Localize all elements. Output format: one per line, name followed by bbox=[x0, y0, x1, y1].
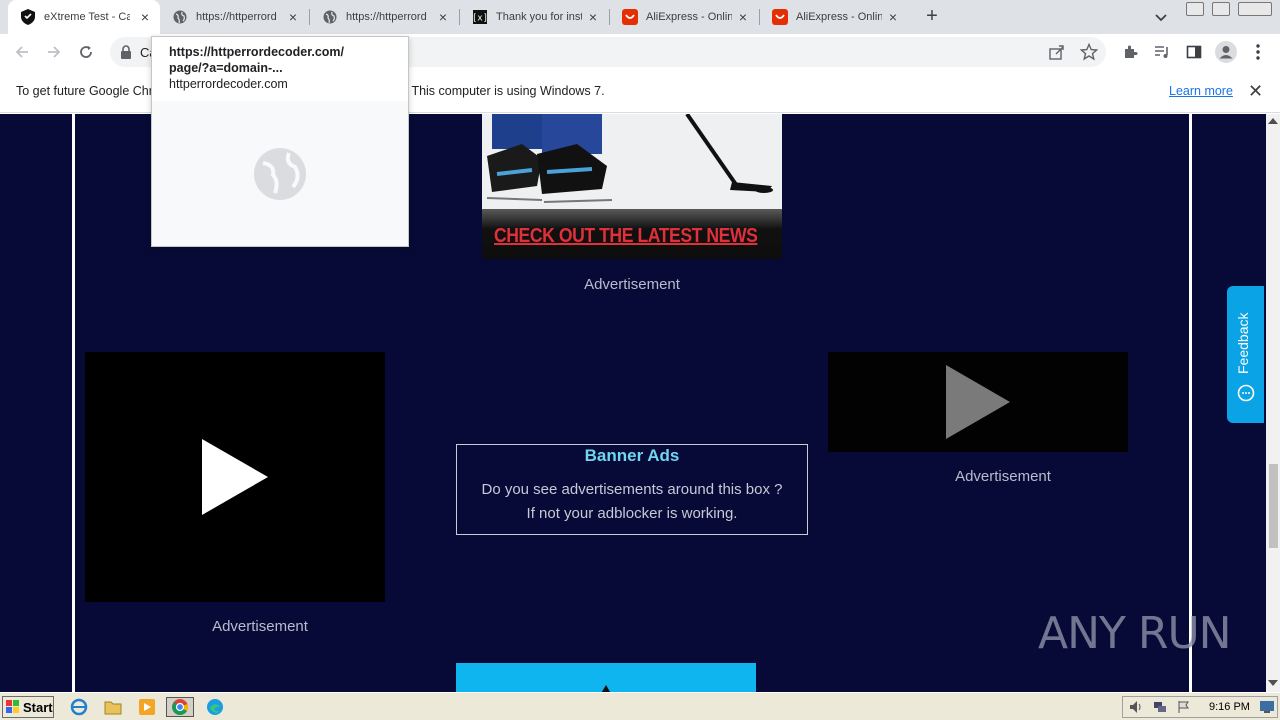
hover-card-url: https://httperrordecoder.com/ page/?a=do… bbox=[169, 44, 389, 76]
svg-text:[x]: [x] bbox=[473, 14, 487, 24]
divider-left bbox=[72, 114, 75, 692]
play-icon[interactable] bbox=[944, 363, 1012, 441]
system-tray: 9:16 PM bbox=[1122, 696, 1278, 718]
tab-thank-you[interactable]: [x] Thank you for inst × bbox=[460, 0, 608, 34]
page-scrollbar[interactable] bbox=[1266, 114, 1280, 692]
ie-icon[interactable] bbox=[68, 697, 90, 717]
network-icon[interactable] bbox=[1153, 700, 1167, 714]
windows-taskbar: Start 9:16 PM bbox=[0, 692, 1280, 720]
forward-icon[interactable] bbox=[44, 42, 64, 62]
start-label: Start bbox=[23, 699, 53, 715]
advertisement-label: Advertisement bbox=[955, 468, 1051, 485]
play-icon[interactable] bbox=[200, 437, 270, 517]
tab-title: eXtreme Test - Ca bbox=[44, 11, 130, 23]
bracket-logo-icon: [x] bbox=[472, 9, 488, 25]
hockey-skates-image bbox=[482, 114, 782, 209]
new-tab-button[interactable]: + bbox=[922, 6, 942, 26]
clock: 9:16 PM bbox=[1209, 701, 1250, 713]
anyrun-watermark: ANY RUN bbox=[1038, 608, 1232, 659]
start-button[interactable]: Start bbox=[2, 696, 54, 718]
media-player-icon[interactable] bbox=[136, 697, 158, 717]
chat-bubble-icon bbox=[1237, 384, 1255, 402]
window-close-button[interactable] bbox=[1238, 2, 1272, 16]
aliexpress-icon bbox=[622, 9, 638, 25]
banner-line-2: If not your adblocker is working. bbox=[526, 505, 738, 522]
tab-title: Thank you for inst bbox=[496, 11, 582, 23]
tab-title: https://httperrord bbox=[346, 11, 427, 23]
tab-title: AliExpress - Online bbox=[796, 11, 882, 23]
globe-icon bbox=[254, 148, 306, 200]
triangle-icon bbox=[601, 685, 611, 692]
kebab-menu-icon[interactable] bbox=[1248, 42, 1268, 62]
video-ad-left[interactable] bbox=[85, 352, 385, 602]
edge-icon[interactable] bbox=[204, 697, 226, 717]
feedback-label: Feedback bbox=[1235, 312, 1251, 374]
hover-card-url-line-1: https://httperrordecoder.com/ bbox=[169, 45, 345, 59]
hockey-news-ad[interactable]: CHECK OUT THE LATEST NEWS bbox=[482, 114, 782, 259]
close-tab-icon[interactable]: × bbox=[138, 10, 152, 24]
scroll-down-icon[interactable] bbox=[1268, 680, 1278, 686]
scroll-thumb[interactable] bbox=[1269, 464, 1278, 548]
aliexpress-icon bbox=[772, 9, 788, 25]
tab-extreme-test[interactable]: eXtreme Test - Ca × bbox=[8, 0, 160, 34]
chevron-down-icon[interactable] bbox=[1152, 8, 1170, 26]
banner-text: Do you see advertisements around this bo… bbox=[457, 478, 807, 526]
close-icon[interactable]: ✕ bbox=[1248, 81, 1263, 102]
learn-more-link[interactable]: Learn more bbox=[1169, 84, 1233, 98]
share-icon[interactable] bbox=[1048, 43, 1066, 66]
flag-icon[interactable] bbox=[1177, 700, 1191, 714]
close-tab-icon[interactable]: × bbox=[886, 10, 900, 24]
news-caption-bar: CHECK OUT THE LATEST NEWS bbox=[482, 209, 782, 259]
minimize-button[interactable] bbox=[1186, 2, 1204, 16]
video-ad-right[interactable] bbox=[828, 352, 1128, 452]
check-latest-news-link[interactable]: CHECK OUT THE LATEST NEWS bbox=[494, 225, 758, 248]
blue-ad-box[interactable] bbox=[456, 663, 756, 692]
tab-aliexpress-2[interactable]: AliExpress - Online × bbox=[760, 0, 908, 34]
chrome-taskbar-icon[interactable] bbox=[166, 697, 194, 717]
back-icon[interactable] bbox=[12, 42, 32, 62]
lock-icon[interactable] bbox=[120, 45, 132, 64]
close-tab-icon[interactable]: × bbox=[436, 10, 450, 24]
close-tab-icon[interactable]: × bbox=[286, 10, 300, 24]
media-control-icon[interactable] bbox=[1152, 42, 1172, 62]
profile-avatar[interactable] bbox=[1214, 40, 1238, 64]
tab-httperror-1[interactable]: https://httperrord × bbox=[160, 0, 308, 34]
windows-logo-icon bbox=[6, 700, 19, 713]
hover-card-url-line-2: page/?a=domain-... bbox=[169, 61, 283, 75]
tab-strip: eXtreme Test - Ca × https://httperrord ×… bbox=[0, 0, 1280, 34]
extensions-icon[interactable] bbox=[1120, 42, 1140, 62]
globe-icon bbox=[172, 9, 188, 25]
globe-icon bbox=[322, 9, 338, 25]
close-tab-icon[interactable]: × bbox=[586, 10, 600, 24]
divider-right bbox=[1189, 114, 1192, 692]
feedback-button[interactable]: Feedback bbox=[1227, 286, 1264, 423]
advertisement-label: Advertisement bbox=[584, 276, 680, 293]
reload-icon[interactable] bbox=[76, 42, 96, 62]
bookmark-star-icon[interactable] bbox=[1079, 42, 1099, 66]
folder-icon[interactable] bbox=[102, 697, 124, 717]
banner-ads-box: Banner Ads Do you see advertisements aro… bbox=[456, 444, 808, 535]
banner-title: Banner Ads bbox=[584, 446, 680, 465]
close-tab-icon[interactable]: × bbox=[736, 10, 750, 24]
tab-httperror-2[interactable]: https://httperrord × bbox=[310, 0, 458, 34]
tab-title: https://httperrord bbox=[196, 11, 277, 23]
scroll-up-icon[interactable] bbox=[1268, 118, 1278, 124]
advertisement-label: Advertisement bbox=[212, 618, 308, 635]
side-panel-icon[interactable] bbox=[1184, 42, 1204, 62]
tab-hover-card: https://httperrordecoder.com/ page/?a=do… bbox=[151, 36, 409, 247]
tab-title: AliExpress - Online bbox=[646, 11, 732, 23]
banner-line-1: Do you see advertisements around this bo… bbox=[481, 481, 783, 498]
restore-button[interactable] bbox=[1212, 2, 1230, 16]
shield-icon bbox=[20, 9, 36, 25]
hover-card-domain: httperrordecoder.com bbox=[169, 77, 288, 91]
volume-icon[interactable] bbox=[1129, 700, 1143, 714]
show-desktop-icon[interactable] bbox=[1260, 701, 1274, 713]
hover-card-header: https://httperrordecoder.com/ page/?a=do… bbox=[152, 37, 408, 101]
tab-aliexpress-1[interactable]: AliExpress - Online × bbox=[610, 0, 758, 34]
